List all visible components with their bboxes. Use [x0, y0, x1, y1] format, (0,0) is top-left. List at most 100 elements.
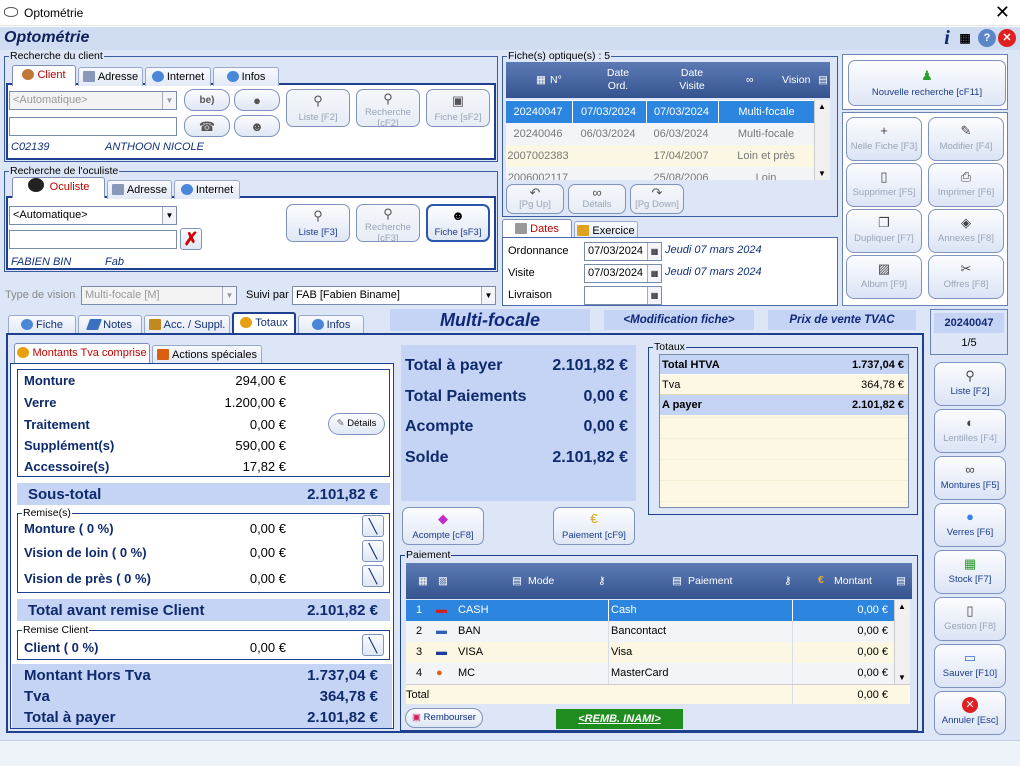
new-file-button[interactable]: + Nelle Fiche [F3] [846, 117, 922, 161]
tab-notes[interactable]: Notes [78, 315, 142, 334]
help-icon[interactable]: ? [978, 29, 996, 47]
calculator-icon[interactable]: ▦ [956, 29, 974, 47]
edit-discount-button[interactable]: ╲ [362, 515, 384, 537]
scroll-up-icon[interactable]: ▲ [818, 102, 826, 111]
delete-button[interactable]: ▯ Supprimer [F5] [846, 163, 922, 207]
chevron-down-icon[interactable]: ▼ [162, 92, 176, 109]
edit-client-discount-button[interactable]: ╲ [362, 634, 384, 656]
oculist-search-mode-select[interactable]: <Automatique> ▼ [9, 206, 177, 225]
table-row[interactable]: 20240047 07/03/2024 07/03/2024 Multi-foc… [506, 101, 814, 123]
paiement-button[interactable]: € Paiement [cF9] [553, 507, 635, 545]
details-button[interactable]: ∞ Détails [568, 184, 626, 214]
edit-discount-button[interactable]: ╲ [362, 565, 384, 587]
glasses-lenses-button[interactable]: ● Verres [F6] [934, 503, 1006, 547]
new-search-button[interactable]: ♟ Nouvelle recherche [cF11] [848, 60, 1006, 106]
group-button[interactable]: ☻ [234, 115, 280, 137]
table-row[interactable]: 3 ▬ VISA Visa 0,00 € [406, 642, 894, 663]
table-row[interactable]: 4 ● MC MasterCard 0,00 € [406, 663, 894, 684]
oculist-list-button[interactable]: ⚲ Liste [F3] [286, 204, 350, 242]
inami-refund-button[interactable]: <REMB. INAMI> [556, 709, 683, 729]
lenses-button[interactable]: ◐ Lentilles [F4] [934, 409, 1006, 453]
table-row[interactable]: 2007002383 17/04/2007 Loin et près [506, 145, 814, 167]
client-search-mode-select[interactable]: <Automatique> ▼ [9, 91, 177, 110]
tab-oculist[interactable]: Oculiste [12, 177, 105, 198]
refund-button[interactable]: ▣ Rembourser [405, 708, 483, 728]
tab-special-actions[interactable]: Actions spéciales [152, 345, 262, 364]
album-button[interactable]: ▨ Album [F9] [846, 255, 922, 299]
chevron-down-icon[interactable]: ▼ [222, 287, 236, 304]
page-down-button[interactable]: ↷ [Pg Down] [630, 184, 684, 214]
frames-button[interactable]: ∞ Montures [F5] [934, 456, 1006, 500]
scroll-down-icon[interactable]: ▼ [898, 673, 906, 682]
phone-button[interactable]: ☎ [184, 115, 230, 137]
tab-client-infos[interactable]: Infos [213, 67, 279, 86]
ordonnance-date-input[interactable]: 07/03/2024 ▦ [584, 242, 662, 261]
table-row[interactable]: 1 ▬ CASH Cash 0,00 € [406, 600, 894, 621]
tab-client-address[interactable]: Adresse [78, 67, 143, 86]
scroll-down-icon[interactable]: ▼ [818, 169, 826, 178]
tab-client[interactable]: Client [12, 65, 76, 86]
table-row[interactable]: 2006002117 25/08/2006 Loin [506, 167, 814, 180]
col-vision[interactable]: Vision [782, 74, 810, 86]
management-button[interactable]: ▯ Gestion [F8] [934, 597, 1006, 641]
vision-type-select[interactable]: Multi-focale [M] ▼ [81, 286, 237, 305]
oculist-search-input[interactable] [9, 230, 177, 249]
col-date-ord[interactable]: Date Ord. [598, 67, 638, 93]
col-date-visit[interactable]: Date Visite [672, 67, 712, 93]
column-chooser-icon[interactable]: ▤ [896, 575, 906, 587]
files-grid-body: 20240047 07/03/2024 07/03/2024 Multi-foc… [506, 100, 814, 180]
column-chooser-icon[interactable]: ▤ [818, 74, 828, 86]
calendar-icon[interactable]: ▦ [647, 265, 661, 282]
client-search-button[interactable]: ⚲ Recherche [cF2] [356, 89, 420, 127]
acompte-button[interactable]: ◆ Acompte [cF8] [402, 507, 484, 545]
tab-acc-suppl[interactable]: Acc. / Suppl. [144, 315, 230, 334]
tab-oculist-address[interactable]: Adresse [107, 180, 172, 199]
tab-oculist-internet[interactable]: Internet [174, 180, 240, 199]
client-search-input[interactable] [9, 117, 177, 136]
page-up-button[interactable]: ↶ [Pg Up] [506, 184, 564, 214]
info-icon[interactable]: i [938, 28, 956, 48]
oculist-card-button[interactable]: ☻ Fiche [sF3] [426, 204, 490, 242]
clear-oculist-button[interactable]: ✗ [180, 228, 202, 250]
duplicate-button[interactable]: ❐ Dupliquer [F7] [846, 209, 922, 253]
details-amounts-button[interactable]: ✎ Détails [328, 413, 385, 435]
oculist-search-button[interactable]: ⚲ Recherche [cF3] [356, 204, 420, 242]
tab-amounts[interactable]: Montants Tva comprise [14, 343, 150, 364]
col-mode[interactable]: Mode [528, 575, 554, 587]
calendar-icon[interactable]: ▦ [647, 287, 661, 304]
files-scrollbar[interactable]: ▲ ▼ [814, 100, 830, 180]
edit-discount-button[interactable]: ╲ [362, 540, 384, 562]
tab-fiche[interactable]: Fiche [8, 315, 76, 334]
id-card-button[interactable]: be) [184, 89, 230, 111]
close-icon[interactable]: ✕ [995, 2, 1010, 23]
globe-search-button[interactable]: ● [234, 89, 280, 111]
payments-scrollbar[interactable]: ▲ ▼ [894, 600, 910, 684]
offers-button[interactable]: ✂ Offres [F8] [928, 255, 1004, 299]
stock-button[interactable]: ▦ Stock [F7] [934, 550, 1006, 594]
tab-infos[interactable]: Infos [298, 315, 364, 334]
col-number[interactable]: N° [550, 74, 562, 86]
col-payment[interactable]: Paiement [688, 575, 732, 587]
client-list-button[interactable]: ⚲ Liste [F2] [286, 89, 350, 127]
annexes-button[interactable]: ◈ Annexes [F8] [928, 209, 1004, 253]
tab-totaux[interactable]: Totaux [232, 312, 296, 335]
table-row[interactable]: 20240046 06/03/2024 06/03/2024 Multi-foc… [506, 123, 814, 145]
save-button[interactable]: ▭ Sauver [F10] [934, 644, 1006, 688]
visite-date-input[interactable]: 07/03/2024 ▦ [584, 264, 662, 283]
cancel-button[interactable]: ✕ Annuler [Esc] [934, 691, 1006, 735]
print-button[interactable]: ⎙ Imprimer [F6] [928, 163, 1004, 207]
calendar-icon[interactable]: ▦ [647, 243, 661, 260]
exit-icon[interactable]: ✕ [998, 29, 1016, 47]
livraison-date-input[interactable]: ▦ [584, 286, 662, 305]
col-amount[interactable]: Montant [834, 575, 872, 587]
modify-button[interactable]: ✎ Modifier [F4] [928, 117, 1004, 161]
followed-by-select[interactable]: FAB [Fabien Biname] ▼ [292, 286, 496, 305]
list-button[interactable]: ⚲ Liste [F2] [934, 362, 1006, 406]
tab-client-internet[interactable]: Internet [145, 67, 211, 86]
chevron-down-icon[interactable]: ▼ [481, 287, 495, 304]
client-card-button[interactable]: ▣ Fiche [sF2] [426, 89, 490, 127]
table-row[interactable]: 2 ▬ BAN Bancontact 0,00 € [406, 621, 894, 642]
address-icon [111, 184, 124, 195]
chevron-down-icon[interactable]: ▼ [162, 207, 176, 224]
scroll-up-icon[interactable]: ▲ [898, 602, 906, 611]
